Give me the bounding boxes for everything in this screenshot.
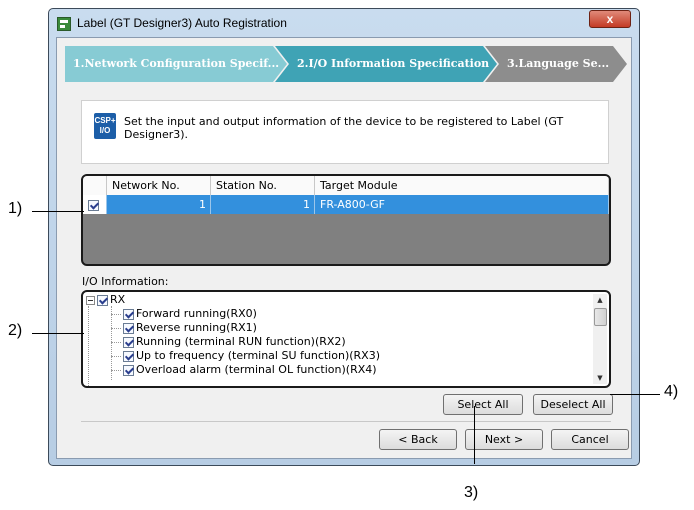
csp-icon-label-bottom: I/O — [99, 126, 111, 135]
list-item[interactable]: Reverse running(RX1) — [123, 321, 257, 335]
module-grid: Network No. Station No. Target Module 1 … — [81, 174, 611, 266]
tree-root-rx[interactable]: RX — [86, 293, 125, 307]
collapse-icon[interactable] — [86, 295, 95, 305]
tree-connector — [111, 370, 121, 371]
vertical-scrollbar[interactable]: ▲ ▼ — [593, 294, 607, 384]
tree-connector — [111, 342, 121, 343]
tree-root-label: RX — [110, 293, 126, 306]
tree-checkbox[interactable] — [123, 350, 134, 362]
list-item[interactable]: Up to frequency (terminal SU function)(R… — [123, 349, 380, 363]
callout-1-line — [32, 211, 84, 212]
list-item[interactable]: Forward running(RX0) — [123, 307, 257, 321]
callout-1: 1) — [8, 200, 23, 217]
scroll-up-icon[interactable]: ▲ — [593, 294, 607, 306]
column-target-module[interactable]: Target Module — [315, 176, 609, 195]
column-station-no[interactable]: Station No. — [211, 176, 315, 195]
tree-checkbox[interactable] — [123, 364, 134, 376]
tree-checkbox[interactable] — [123, 336, 134, 348]
tree-checkbox[interactable] — [123, 322, 134, 334]
auto-registration-window: Label (GT Designer3) Auto Registration x… — [48, 8, 640, 466]
dialog-client-area: 1.Network Configuration Specif... 2.I/O … — [56, 37, 632, 459]
tree-connector — [88, 306, 89, 386]
description-text: Set the input and output information of … — [124, 115, 564, 141]
callout-3: 3) — [464, 484, 479, 501]
grid-header-check — [83, 176, 107, 195]
back-button[interactable]: < Back — [379, 429, 457, 450]
list-item[interactable]: Running (terminal RUN function)(RX2) — [123, 335, 346, 349]
step-io-information: 2.I/O Information Specification — [275, 46, 497, 82]
wizard-steps: 1.Network Configuration Specif... 2.I/O … — [65, 46, 627, 84]
divider — [81, 421, 611, 422]
tree-item-label: Forward running(RX0) — [136, 307, 257, 320]
tree-connector — [111, 306, 112, 380]
close-button[interactable]: x — [589, 10, 631, 28]
next-button[interactable]: Next > — [465, 429, 543, 450]
scroll-down-icon[interactable]: ▼ — [593, 372, 607, 384]
tree-connector — [111, 314, 121, 315]
tree-item-label: Reverse running(RX1) — [136, 321, 257, 334]
tree-checkbox-rx[interactable] — [97, 294, 108, 306]
step-language: 3.Language Se... — [485, 46, 627, 82]
tree-item-label: Running (terminal RUN function)(RX2) — [136, 335, 346, 348]
cell-station-no: 1 — [211, 195, 315, 214]
select-all-button[interactable]: Select All — [443, 394, 523, 415]
row-checkbox[interactable] — [88, 199, 99, 211]
callout-2-line — [32, 333, 84, 334]
description-panel: CSP+ I/O Set the input and output inform… — [81, 100, 609, 164]
callout-4-line — [610, 394, 660, 395]
title-bar: Label (GT Designer3) Auto Registration x — [49, 9, 639, 37]
scroll-thumb[interactable] — [594, 308, 607, 326]
io-information-tree: RX Forward running(RX0) Reverse running(… — [81, 290, 611, 388]
cancel-button[interactable]: Cancel — [551, 429, 629, 450]
csp-io-icon: CSP+ I/O — [94, 113, 116, 139]
list-item[interactable]: Overload alarm (terminal OL function)(RX… — [123, 363, 377, 377]
window-title: Label (GT Designer3) Auto Registration — [77, 16, 287, 30]
column-network-no[interactable]: Network No. — [107, 176, 211, 195]
csp-icon-label-top: CSP+ — [94, 116, 116, 125]
callout-4: 4) — [664, 383, 679, 400]
tree-connector — [111, 328, 121, 329]
table-row[interactable]: 1 1 FR-A800-GF — [83, 195, 609, 214]
grid-header: Network No. Station No. Target Module — [83, 176, 609, 196]
deselect-all-button[interactable]: Deselect All — [533, 394, 613, 415]
callout-2: 2) — [8, 322, 23, 339]
tree-item-label: Up to frequency (terminal SU function)(R… — [136, 349, 380, 362]
io-information-label: I/O Information: — [82, 275, 169, 288]
callout-3-line — [474, 406, 475, 464]
step-network-configuration: 1.Network Configuration Specif... — [65, 46, 287, 82]
cell-network-no: 1 — [107, 195, 211, 214]
tree-item-label: Overload alarm (terminal OL function)(RX… — [136, 363, 377, 376]
cell-target-module: FR-A800-GF — [315, 195, 609, 214]
app-icon — [57, 17, 71, 31]
row-check-cell — [83, 195, 107, 214]
tree-connector — [111, 356, 121, 357]
tree-checkbox[interactable] — [123, 308, 134, 320]
